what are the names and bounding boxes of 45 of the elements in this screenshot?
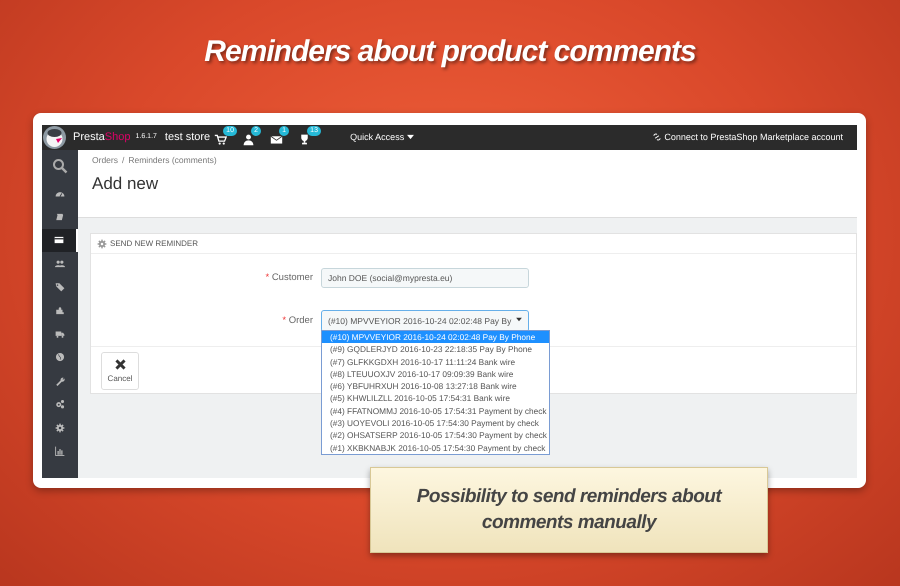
store-name: test store bbox=[164, 130, 210, 146]
truck-icon bbox=[55, 329, 65, 340]
dropdown-option[interactable]: (#8) LTEUUOXJV 2016-10-17 09:09:39 Bank wire bbox=[322, 368, 549, 380]
breadcrumb-link[interactable]: Orders bbox=[92, 154, 118, 167]
dropdown-option[interactable]: (#4) FFATNOMMJ 2016-10-05 17:54:31 Payment by check bbox=[322, 404, 549, 418]
text-field[interactable]: John DOE (social@mypresta.eu) bbox=[321, 268, 529, 288]
breadcrumb-separator: / bbox=[122, 154, 124, 167]
card-icon bbox=[54, 235, 64, 246]
bar-chart-icon bbox=[55, 446, 65, 456]
envelope-icon bbox=[270, 133, 284, 146]
required-mark: * bbox=[282, 314, 286, 326]
callout-text: Possibility to send reminders about comments manually bbox=[416, 485, 724, 535]
gear-icon bbox=[97, 238, 107, 248]
dropdown-option[interactable]: (#7) GLFKKGDXH 2016-10-17 11:11:24 Bank wire bbox=[322, 356, 549, 368]
page-title: Add new bbox=[92, 172, 160, 195]
caret-icon bbox=[406, 134, 414, 140]
brand-name: PrestaShop bbox=[73, 130, 130, 146]
dropdown-option[interactable]: (#1) XKBKNABJK 2016-10-05 17:54:30 Payment by check bbox=[322, 442, 549, 454]
panel-title: SEND NEW REMINDER bbox=[110, 238, 198, 250]
tag-icon bbox=[55, 282, 65, 292]
sidebar-item[interactable] bbox=[42, 228, 78, 252]
users-icon bbox=[55, 258, 65, 269]
settings-icon bbox=[55, 422, 65, 433]
gears-icon bbox=[55, 399, 65, 410]
dropdown-option[interactable]: (#6) YBFUHRXUH 2016-10-08 13:27:18 Bank wire bbox=[322, 380, 549, 392]
headline: Reminders about product comments bbox=[204, 34, 696, 70]
breadcrumb-link[interactable]: Reminders (comments) bbox=[128, 154, 217, 167]
dropdown-option[interactable]: (#5) KHWLILZLL 2016-10-05 17:54:31 Bank wire bbox=[322, 392, 549, 405]
link-icon bbox=[652, 132, 662, 142]
cancel-button[interactable]: Cancel bbox=[101, 352, 139, 390]
field-label: Order bbox=[288, 314, 313, 326]
order-select[interactable]: (#10) MPVVEYIOR 2016-10-24 02:02:48 Pay By bbox=[321, 310, 529, 332]
wrench-icon bbox=[55, 376, 65, 386]
marketplace-link[interactable]: Connect to PrestaShop Marketplace account bbox=[652, 130, 843, 144]
dropdown-option[interactable]: (#9) GQDLERJYD 2016-10-23 22:18:35 Pay By Phone bbox=[322, 343, 549, 356]
required-mark: * bbox=[265, 272, 270, 283]
cart-icon bbox=[214, 133, 228, 146]
user-icon bbox=[242, 133, 256, 146]
dropdown-option[interactable]: (#3) UOYEVOLI 2016-10-05 17:54:30 Payment by check bbox=[322, 417, 549, 430]
dropdown-option[interactable]: (#2) OHSATSERP 2016-10-05 17:54:30 Payment by check bbox=[322, 429, 549, 442]
quick-access-menu[interactable]: Quick Access bbox=[350, 130, 414, 144]
search-icon bbox=[52, 158, 68, 174]
field-label: Customer bbox=[272, 272, 313, 283]
caret-icon bbox=[516, 317, 522, 322]
close-icon bbox=[114, 358, 126, 370]
